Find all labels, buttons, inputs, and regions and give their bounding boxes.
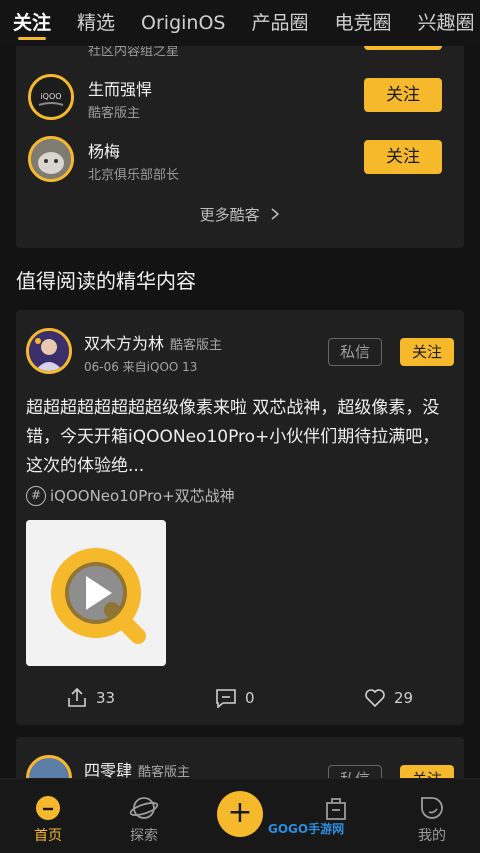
topic-label: iQOONeo10Pro+双芯战神: [50, 487, 235, 505]
user-name: 杨梅: [88, 142, 121, 161]
follow-button[interactable]: 关注: [400, 338, 454, 366]
profile-icon: [421, 797, 443, 819]
post-author[interactable]: 双木方为林 酷客版主: [84, 330, 222, 354]
tab-following[interactable]: 关注: [0, 0, 64, 46]
tab-featured[interactable]: 精选: [64, 0, 128, 46]
more-users-link[interactable]: 更多酷客: [16, 204, 464, 225]
chevron-right-icon: [270, 206, 280, 224]
follow-button[interactable]: 关注: [364, 140, 442, 174]
site-watermark: GOGO手游网: [268, 822, 345, 836]
like-button[interactable]: 29: [364, 688, 413, 708]
post-actions: 33 0 29: [16, 688, 464, 712]
share-icon: [68, 688, 86, 707]
user-row[interactable]: iQOO 生而强悍 酷客版主 关注: [28, 70, 452, 126]
shopping-bag-icon: [326, 798, 346, 820]
message-button[interactable]: 私信: [328, 338, 382, 366]
person-photo-icon: [29, 331, 69, 371]
video-logo-icon: [26, 520, 166, 666]
nav-explore[interactable]: 探索: [96, 779, 192, 853]
user-role: 酷客版主: [88, 106, 141, 121]
follow-button[interactable]: 关注: [364, 78, 442, 112]
nav-home-label: 首页: [34, 828, 62, 844]
create-post-button[interactable]: +: [217, 791, 263, 837]
avatar[interactable]: [26, 328, 72, 374]
tab-esports-circle[interactable]: 电竞圈: [322, 0, 405, 46]
cat-photo-icon: [31, 139, 71, 179]
post-meta: 06-06 来自iQOO 13: [84, 360, 198, 374]
post-author-badge: 酷客版主: [170, 338, 223, 353]
car-logo-icon: iQOO: [31, 77, 71, 117]
hashtag-icon: #: [26, 485, 46, 506]
post-card[interactable]: 双木方为林 酷客版主 06-06 来自iQOO 13 私信 关注 超超超超超超超超…: [16, 310, 464, 725]
comment-button[interactable]: 0: [215, 688, 255, 708]
topic-tag[interactable]: # iQOONeo10Pro+双芯战神: [26, 485, 235, 506]
nav-home[interactable]: 首页: [0, 779, 96, 853]
comment-count: 0: [245, 689, 255, 707]
planet-icon: [129, 797, 159, 819]
more-users-label: 更多酷客: [199, 206, 260, 224]
post-body[interactable]: 超超超超超超超超级像素来啦 双芯战神，超级像素，没错，今天开箱iQOONeo10…: [26, 394, 456, 481]
nav-explore-label: 探索: [130, 828, 158, 844]
user-row[interactable]: 杨梅 北京俱乐部部长 关注: [28, 132, 452, 188]
avatar: [28, 136, 74, 182]
section-title: 值得阅读的精华内容: [16, 269, 196, 293]
top-tab-bar: 关注 精选 OriginOS 产品圈 电竞圈 兴趣圈: [0, 0, 480, 46]
post-author-name: 双木方为林: [84, 334, 165, 353]
svg-text:iQOO: iQOO: [40, 92, 61, 101]
tab-interest-circle[interactable]: 兴趣圈: [405, 0, 480, 46]
nav-mine-label: 我的: [418, 828, 446, 844]
tab-originos[interactable]: OriginOS: [128, 0, 238, 46]
share-count: 33: [96, 689, 116, 707]
user-name: 生而强悍: [88, 80, 153, 99]
comment-icon: [216, 689, 236, 708]
bottom-navigation: 首页 探索 + 商城 我的: [0, 778, 480, 853]
tab-product-circle[interactable]: 产品圈: [238, 0, 321, 46]
heart-icon: [365, 689, 385, 708]
user-role: 北京俱乐部部长: [88, 168, 180, 183]
home-icon: [36, 796, 60, 820]
video-thumbnail[interactable]: [26, 520, 166, 666]
share-button[interactable]: 33: [66, 688, 115, 708]
nav-mine[interactable]: 我的: [384, 779, 480, 853]
avatar: iQOO: [28, 74, 74, 120]
like-count: 29: [394, 689, 414, 707]
nav-mall[interactable]: 商城: [288, 779, 384, 853]
